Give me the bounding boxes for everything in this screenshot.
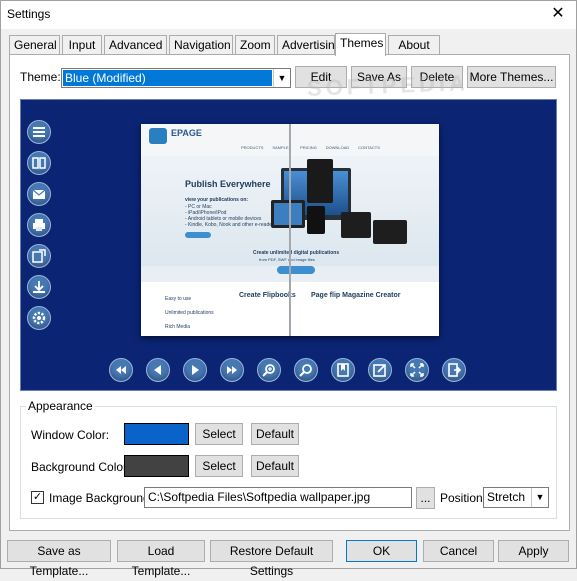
restore-defaults-button[interactable]: Restore Default Settings	[210, 540, 333, 578]
book-spine	[289, 124, 291, 336]
window-color-select-button[interactable]: Select	[195, 423, 243, 445]
device-tablet-2-screen	[274, 203, 302, 225]
background-color-select-button[interactable]: Select	[195, 455, 243, 477]
edit-icon	[368, 358, 392, 382]
book-nav-item: CONTACTS	[358, 145, 380, 150]
tab-input[interactable]: Input	[62, 35, 102, 55]
device-phone	[307, 206, 325, 234]
position-label: Position:	[440, 491, 487, 505]
book-create-line2: from PDF, SWF and image files	[259, 257, 315, 262]
device-tablet	[307, 159, 333, 203]
tab-navigation[interactable]: Navigation	[169, 35, 233, 55]
tab-advertising[interactable]: Advertising	[277, 35, 341, 55]
appearance-title: Appearance	[26, 399, 95, 413]
zoom-out-icon	[294, 358, 318, 382]
close-icon[interactable]: ✕	[548, 4, 568, 24]
tab-zoom[interactable]: Zoom	[235, 35, 275, 55]
title-bar: Settings ✕	[1, 1, 576, 29]
tab-general[interactable]: General	[9, 35, 60, 55]
position-dropdown-value: Stretch	[485, 489, 530, 506]
feature-item: Easy to use	[165, 296, 192, 302]
bookmark-icon	[331, 358, 355, 382]
device-tablet-3	[373, 220, 407, 244]
feature-item: Unlimited publications	[165, 310, 214, 316]
settings-window: Settings ✕ General Input Advanced Naviga…	[0, 0, 577, 578]
brand-name: EPAGE	[171, 128, 202, 138]
theme-dropdown-value: Blue (Modified)	[63, 70, 272, 86]
device-ereader	[341, 212, 371, 238]
tab-advanced[interactable]: Advanced	[104, 35, 167, 55]
dialog-footer: Save as Template... Load Template... Res…	[1, 537, 576, 578]
background-color-default-button[interactable]: Default	[251, 455, 299, 477]
book-col2-title: Create Flipbooks	[239, 292, 296, 299]
save-template-button[interactable]: Save as Template...	[7, 540, 111, 578]
theme-dropdown[interactable]: Blue (Modified) ▼	[61, 68, 291, 88]
apply-button[interactable]: Apply	[498, 540, 569, 562]
position-dropdown[interactable]: Stretch ▼	[483, 487, 549, 508]
theme-label: Theme:	[20, 70, 61, 84]
window-color-default-button[interactable]: Default	[251, 423, 299, 445]
book-nav-item: DOWNLOAD	[325, 145, 350, 150]
load-template-button[interactable]: Load Template...	[117, 540, 205, 578]
book-headline: Publish Everywhere	[185, 179, 271, 189]
book-subhead: view your publications on:	[185, 197, 249, 203]
download-icon	[27, 275, 51, 299]
zoom-in-icon	[257, 358, 281, 382]
book-col3-title: Page flip Magazine Creator	[311, 292, 401, 299]
tab-themes[interactable]: Themes	[335, 33, 386, 56]
image-path-input[interactable]: C:\Softpedia Files\Softpedia wallpaper.j…	[144, 487, 412, 508]
flipbook-preview: EPAGE PRODUCTS SAMPLES PRICING DOWNLOAD …	[141, 124, 439, 336]
print-icon	[27, 213, 51, 237]
prev-page-icon	[146, 358, 170, 382]
theme-preview: EPAGE PRODUCTS SAMPLES PRICING DOWNLOAD …	[20, 99, 557, 391]
window-color-swatch	[124, 423, 189, 445]
ok-button[interactable]: OK	[346, 540, 417, 562]
first-page-icon	[109, 358, 133, 382]
book-platforms: - PC or Mac - iPad/iPhone/iPod - Android…	[185, 204, 276, 228]
book-nav-item: PRODUCTS	[241, 145, 264, 150]
brand-logo-icon	[149, 128, 167, 144]
book-create-line1: Create unlimited digital publications	[253, 250, 340, 256]
chevron-down-icon[interactable]: ▼	[273, 69, 290, 87]
email-icon	[27, 182, 51, 206]
settings-icon	[27, 306, 51, 330]
platform-item: - Kindle, Kobo, Nook and other e-readers	[185, 222, 277, 228]
image-background-checkbox[interactable]: ✓	[31, 491, 44, 504]
two-page-icon	[27, 151, 51, 175]
background-color-label: Background Color:	[31, 460, 131, 474]
exit-icon	[442, 358, 466, 382]
book-features: Easy to use Unlimited publications Rich …	[165, 292, 214, 334]
image-background-label: Image Background:	[49, 491, 154, 505]
browse-button[interactable]: ...	[416, 487, 435, 509]
chevron-down-icon[interactable]: ▼	[531, 488, 548, 507]
share-icon	[27, 244, 51, 268]
book-cta-button	[185, 232, 211, 238]
feature-item: Rich Media	[165, 324, 191, 330]
window-title: Settings	[7, 7, 51, 21]
last-page-icon	[220, 358, 244, 382]
more-themes-button[interactable]: More Themes...	[467, 66, 556, 88]
next-page-icon	[183, 358, 207, 382]
book-nav-item: PRICING	[300, 145, 317, 150]
cancel-button[interactable]: Cancel	[423, 540, 494, 562]
book-nav: PRODUCTS SAMPLES PRICING DOWNLOAD CONTAC…	[241, 145, 380, 150]
window-color-label: Window Color:	[31, 428, 110, 442]
background-color-swatch	[124, 455, 189, 477]
tab-about-us[interactable]: About Us	[388, 35, 440, 70]
book-free-trial-button	[277, 266, 315, 274]
fullscreen-icon	[405, 358, 429, 382]
menu-icon	[27, 120, 51, 144]
